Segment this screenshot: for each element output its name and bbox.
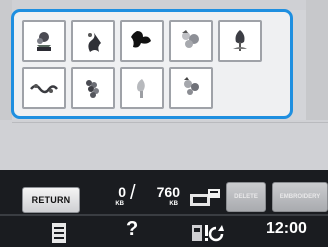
memory-used-unit: KB [115, 201, 124, 207]
pattern-cell-1[interactable] [22, 20, 66, 62]
middle-area [0, 120, 328, 170]
small-bouquet-pattern-icon [184, 77, 199, 95]
pattern-selection-panel [11, 9, 293, 119]
return-button[interactable]: RETURN [22, 187, 80, 213]
memory-used: 0 KB [104, 184, 126, 210]
pattern-cell-4[interactable] [169, 20, 213, 62]
memory-total-unit: KB [169, 201, 178, 207]
pattern-cell-5[interactable] [218, 20, 262, 62]
memory-separator: / [130, 182, 136, 204]
presser-foot-status-icon[interactable] [190, 222, 230, 244]
black-flower-pattern-icon [131, 31, 151, 48]
grape-cluster-pattern-icon [86, 80, 99, 98]
delete-button[interactable]: DELETE [226, 182, 266, 212]
pale-flower-pattern-icon [137, 79, 145, 98]
memory-total: 760 KB [150, 184, 180, 210]
leaf-spray-pattern-icon [88, 30, 101, 52]
vine-border-pattern-icon [30, 84, 58, 94]
machine-memory-icon [190, 189, 220, 206]
memory-total-value: 760 [156, 184, 180, 200]
tulip-pattern-icon [233, 30, 247, 51]
clock: 12:00 [266, 220, 307, 237]
middle-divider [12, 122, 328, 123]
pattern-cell-8[interactable] [120, 67, 164, 109]
pattern-grid [22, 20, 262, 109]
right-edge [306, 0, 328, 120]
embroidery-button[interactable]: EMBROIDERY [272, 182, 328, 212]
bottom-bar-divider [0, 214, 328, 216]
pattern-cell-2[interactable] [71, 20, 115, 62]
pattern-cell-6[interactable] [22, 67, 66, 109]
pattern-cell-3[interactable] [120, 20, 164, 62]
bouquet-pattern-icon [182, 30, 199, 48]
empty-cell [218, 67, 262, 109]
pattern-cell-7[interactable] [71, 67, 115, 109]
rose-pattern-icon [37, 32, 51, 51]
help-icon[interactable]: ? [126, 218, 138, 241]
pattern-cell-9[interactable] [169, 67, 213, 109]
memory-used-value: 0 [118, 184, 126, 200]
document-icon[interactable] [50, 222, 68, 244]
